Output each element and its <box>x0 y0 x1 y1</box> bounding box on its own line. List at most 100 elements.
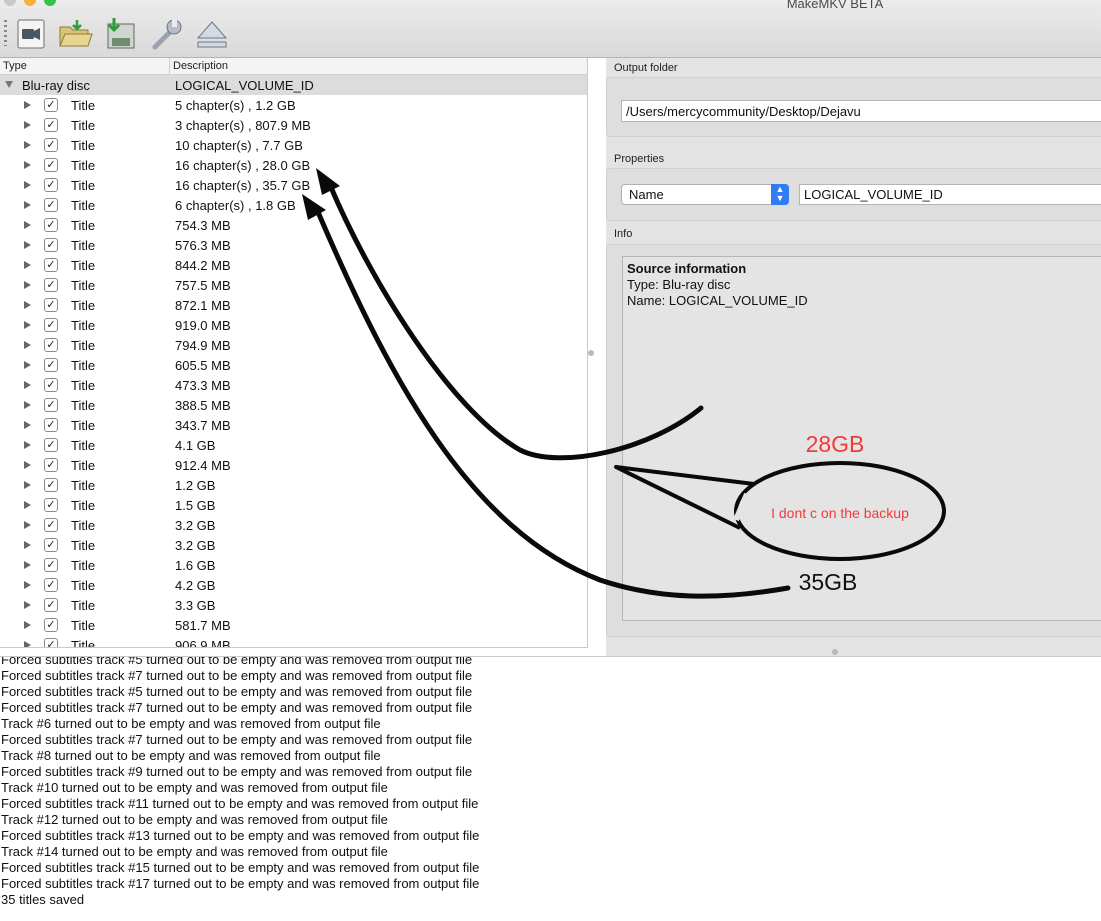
expand-triangle-icon[interactable] <box>24 421 31 429</box>
collapse-triangle-icon[interactable] <box>5 81 13 88</box>
property-select[interactable]: Name ▲ ▼ <box>621 184 789 205</box>
title-row[interactable]: ✓ Title 6 chapter(s) , 1.8 GB <box>0 195 587 215</box>
title-row[interactable]: ✓ Title 872.1 MB <box>0 295 587 315</box>
eject-icon[interactable] <box>194 16 230 52</box>
expand-triangle-icon[interactable] <box>24 501 31 509</box>
title-checkbox[interactable]: ✓ <box>44 458 58 472</box>
title-row[interactable]: ✓ Title 581.7 MB <box>0 615 587 635</box>
title-row[interactable]: ✓ Title 1.5 GB <box>0 495 587 515</box>
title-checkbox[interactable]: ✓ <box>44 438 58 452</box>
open-folder-icon[interactable] <box>57 16 93 52</box>
title-checkbox[interactable]: ✓ <box>44 198 58 212</box>
title-row[interactable]: ✓ Title 844.2 MB <box>0 255 587 275</box>
expand-triangle-icon[interactable] <box>24 301 31 309</box>
expand-triangle-icon[interactable] <box>24 621 31 629</box>
title-checkbox[interactable]: ✓ <box>44 538 58 552</box>
minimize-window-button[interactable] <box>24 0 36 6</box>
expand-triangle-icon[interactable] <box>24 521 31 529</box>
expand-triangle-icon[interactable] <box>24 381 31 389</box>
title-checkbox[interactable]: ✓ <box>44 178 58 192</box>
expand-triangle-icon[interactable] <box>24 281 31 289</box>
title-checkbox[interactable]: ✓ <box>44 598 58 612</box>
expand-triangle-icon[interactable] <box>24 641 31 647</box>
title-checkbox[interactable]: ✓ <box>44 558 58 572</box>
save-to-disk-icon[interactable] <box>104 16 140 52</box>
title-checkbox[interactable]: ✓ <box>44 478 58 492</box>
title-checkbox[interactable]: ✓ <box>44 398 58 412</box>
expand-triangle-icon[interactable] <box>24 261 31 269</box>
expand-triangle-icon[interactable] <box>24 441 31 449</box>
title-checkbox[interactable]: ✓ <box>44 98 58 112</box>
title-checkbox[interactable]: ✓ <box>44 338 58 352</box>
expand-triangle-icon[interactable] <box>24 141 31 149</box>
title-row[interactable]: ✓ Title 4.1 GB <box>0 435 587 455</box>
expand-triangle-icon[interactable] <box>24 201 31 209</box>
title-checkbox[interactable]: ✓ <box>44 138 58 152</box>
title-checkbox[interactable]: ✓ <box>44 158 58 172</box>
title-row[interactable]: ✓ Title 794.9 MB <box>0 335 587 355</box>
title-row[interactable]: ✓ Title 10 chapter(s) , 7.7 GB <box>0 135 587 155</box>
title-row[interactable]: ✓ Title 16 chapter(s) , 35.7 GB <box>0 175 587 195</box>
expand-triangle-icon[interactable] <box>24 461 31 469</box>
title-row[interactable]: ✓ Title 912.4 MB <box>0 455 587 475</box>
expand-triangle-icon[interactable] <box>24 101 31 109</box>
title-row[interactable]: ✓ Title 3.2 GB <box>0 535 587 555</box>
horizontal-split-handle[interactable] <box>832 649 838 655</box>
close-window-button[interactable] <box>4 0 16 6</box>
column-divider[interactable] <box>169 58 170 75</box>
title-checkbox[interactable]: ✓ <box>44 258 58 272</box>
expand-triangle-icon[interactable] <box>24 161 31 169</box>
title-row[interactable]: ✓ Title 16 chapter(s) , 28.0 GB <box>0 155 587 175</box>
title-checkbox[interactable]: ✓ <box>44 378 58 392</box>
expand-triangle-icon[interactable] <box>24 181 31 189</box>
title-row[interactable]: ✓ Title 1.6 GB <box>0 555 587 575</box>
title-checkbox[interactable]: ✓ <box>44 498 58 512</box>
title-row[interactable]: ✓ Title 906.9 MB <box>0 635 587 647</box>
title-row[interactable]: ✓ Title 388.5 MB <box>0 395 587 415</box>
title-checkbox[interactable]: ✓ <box>44 118 58 132</box>
title-row[interactable]: ✓ Title 3.3 GB <box>0 595 587 615</box>
title-checkbox[interactable]: ✓ <box>44 618 58 632</box>
expand-triangle-icon[interactable] <box>24 561 31 569</box>
title-row[interactable]: ✓ Title 754.3 MB <box>0 215 587 235</box>
video-camera-icon[interactable] <box>13 16 49 52</box>
log-panel[interactable]: Forced subtitles track #5 turned out to … <box>0 656 1101 921</box>
expand-triangle-icon[interactable] <box>24 221 31 229</box>
disc-root-row[interactable]: Blu-ray disc LOGICAL_VOLUME_ID <box>0 75 587 95</box>
title-row[interactable]: ✓ Title 473.3 MB <box>0 375 587 395</box>
title-checkbox[interactable]: ✓ <box>44 278 58 292</box>
expand-triangle-icon[interactable] <box>24 321 31 329</box>
expand-triangle-icon[interactable] <box>24 401 31 409</box>
title-checkbox[interactable]: ✓ <box>44 358 58 372</box>
title-row[interactable]: ✓ Title 1.2 GB <box>0 475 587 495</box>
title-row[interactable]: ✓ Title 757.5 MB <box>0 275 587 295</box>
expand-triangle-icon[interactable] <box>24 121 31 129</box>
title-row[interactable]: ✓ Title 605.5 MB <box>0 355 587 375</box>
title-row[interactable]: ✓ Title 3.2 GB <box>0 515 587 535</box>
title-checkbox[interactable]: ✓ <box>44 638 58 647</box>
expand-triangle-icon[interactable] <box>24 481 31 489</box>
property-value-field[interactable]: LOGICAL_VOLUME_ID <box>799 184 1101 205</box>
vertical-split-handle[interactable] <box>588 350 594 356</box>
chevron-updown-icon[interactable]: ▲ ▼ <box>771 184 789 205</box>
expand-triangle-icon[interactable] <box>24 241 31 249</box>
title-tree[interactable]: Type Description Blu-ray disc LOGICAL_VO… <box>0 58 588 648</box>
title-checkbox[interactable]: ✓ <box>44 218 58 232</box>
title-row[interactable]: ✓ Title 576.3 MB <box>0 235 587 255</box>
title-checkbox[interactable]: ✓ <box>44 238 58 252</box>
type-column-header[interactable]: Type <box>3 60 27 72</box>
expand-triangle-icon[interactable] <box>24 541 31 549</box>
description-column-header[interactable]: Description <box>173 60 228 72</box>
expand-triangle-icon[interactable] <box>24 341 31 349</box>
title-checkbox[interactable]: ✓ <box>44 518 58 532</box>
title-checkbox[interactable]: ✓ <box>44 298 58 312</box>
output-folder-field[interactable]: /Users/mercycommunity/Desktop/Dejavu <box>621 100 1101 122</box>
title-row[interactable]: ✓ Title 919.0 MB <box>0 315 587 335</box>
title-row[interactable]: ✓ Title 4.2 GB <box>0 575 587 595</box>
title-checkbox[interactable]: ✓ <box>44 418 58 432</box>
title-row[interactable]: ✓ Title 343.7 MB <box>0 415 587 435</box>
title-checkbox[interactable]: ✓ <box>44 578 58 592</box>
title-checkbox[interactable]: ✓ <box>44 318 58 332</box>
title-row[interactable]: ✓ Title 5 chapter(s) , 1.2 GB <box>0 95 587 115</box>
expand-triangle-icon[interactable] <box>24 601 31 609</box>
